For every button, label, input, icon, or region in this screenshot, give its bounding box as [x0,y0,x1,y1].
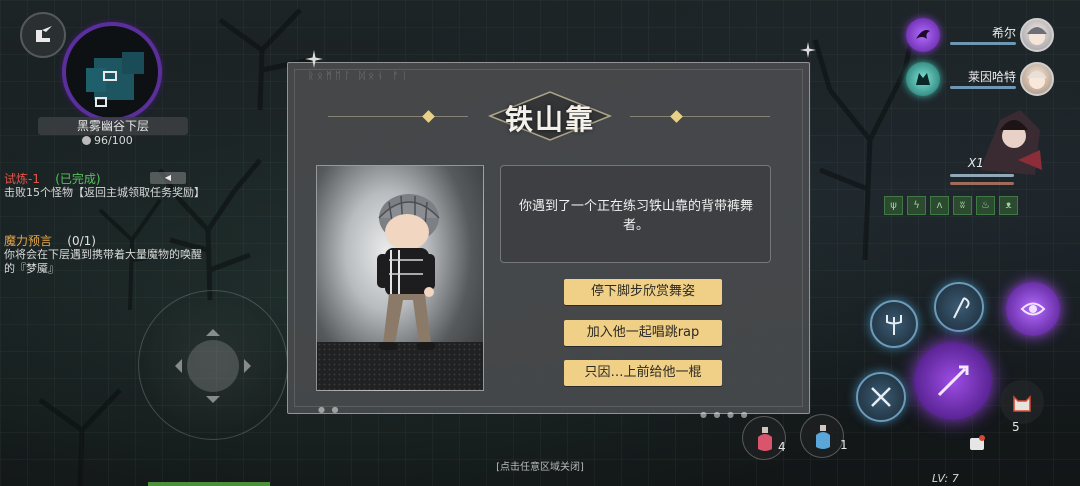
dead-tree-decoration [812,19,918,260]
quest-status: (已完成) [55,172,101,186]
skill-button[interactable] [1006,282,1060,336]
player-level: LV: 7 [932,472,959,485]
rune-decoration: ᚱᛟᛗᛖᛚ ᛞᛟᚾ ᚠᛁ [308,71,411,82]
potion-slot[interactable] [800,414,844,458]
quest-name: 魔力预言 [4,234,53,248]
trident-skill-icon [886,315,902,335]
player-health-bar [950,174,1014,177]
choice-watch-dance-button[interactable]: 停下脚步欣赏舞姿 [564,279,722,305]
pet-button[interactable] [1000,380,1044,424]
skill-button[interactable] [934,282,984,332]
minimap-layout-icon [86,52,144,107]
winged-boot-icon [36,26,52,42]
quest-name: 试炼-1 [4,172,40,186]
party-health-bar [950,42,1016,45]
dash-button[interactable] [964,430,990,456]
wolf-buff-icon: ʌ [930,196,949,215]
spear-skill-icon [937,365,969,397]
quest-description: 击败15个怪物【返回主城领取任务奖励】 [4,186,205,199]
potion-count: 1 [840,438,848,452]
potion-count: 4 [778,440,786,454]
buff-bar: ψ ϟ ʌ ʬ ♨ ᴥ [884,196,1018,215]
joystick-thumb[interactable] [187,340,239,392]
quest-description: 你将会在下层遇到携带着大量魔物的唤醒的『梦魇』 [4,248,202,275]
location-name: 黑雾幽谷下层 [38,117,188,135]
party-health-bar [950,86,1016,89]
arrow-left-icon [168,359,182,373]
arrow-up-icon [206,322,220,336]
quest-collapse-button[interactable]: ◀ [150,172,186,184]
wolf-emblem-icon [916,73,930,85]
cat-pet-icon [1013,395,1031,412]
attack-button[interactable] [914,342,992,420]
dash-skill-icon [970,435,985,450]
party-member-name: 希尔 [991,26,1016,40]
party-avatar[interactable] [1020,62,1054,96]
combo-multiplier: X1 [968,156,984,170]
close-hint: [点击任意区域关闭] [496,462,584,473]
crossed-swords-skill-icon [871,387,891,407]
blue-potion-icon [816,425,830,449]
map-progress-text: 96/100 [94,134,133,147]
bird-buff-icon: ʬ [953,196,972,215]
avatar-face-icon [1027,27,1047,45]
player-mana-bar [950,182,1014,185]
experience-bar [148,482,270,486]
dead-tree-decoration [38,388,122,486]
dot-ornament: ● ● ● ● [700,410,750,419]
dialog-message: 你遇到了一个正在练习铁山靠的背带裤舞者。 [518,199,753,233]
quest-status: (0/1) [67,234,96,248]
map-exploration-counter: 96/100 [82,134,133,147]
triangle-left-icon: ◀ [164,173,172,182]
compass-icon [82,136,91,145]
choice-join-rap-button[interactable]: 加入他一起唱跳rap [564,320,722,346]
bear-buff-icon: ᴥ [999,196,1018,215]
quest-entry[interactable]: 魔力预言 (0/1) 你将会在下层遇到携带着大量魔物的唤醒的『梦魇』 [4,234,204,276]
party-orb[interactable] [906,62,940,96]
red-potion-icon [758,427,772,451]
skill-button[interactable] [870,300,918,348]
minimap[interactable] [62,22,162,122]
dragon-emblem-icon [916,30,930,39]
party-orb[interactable] [906,18,940,52]
avatar-face-icon [1027,71,1047,89]
eye-rune-skill-icon [1020,302,1046,316]
pet-count: 5 [1012,420,1020,434]
party-avatar[interactable] [1020,18,1054,52]
back-button[interactable] [20,12,66,58]
dialog-title: 铁山靠 [504,103,595,136]
scythe-skill-icon [953,297,970,319]
choice-strike-button[interactable]: 只因…上前给他一棍 [564,360,722,386]
fire-buff-icon: ♨ [976,196,995,215]
npc-portrait [316,165,484,391]
arrow-right-icon [244,359,258,373]
dot-ornament: ● ● [318,405,341,414]
party-member-name: 莱因哈特 [967,70,1016,84]
arrow-down-icon [206,396,220,410]
sparkle-star-icon [800,42,816,58]
beast-buff-icon: ψ [884,196,903,215]
sparkle-star-icon [305,50,323,68]
dancer-character-icon [377,194,440,350]
skill-button[interactable] [856,372,906,422]
claw-buff-icon: ϟ [907,196,926,215]
